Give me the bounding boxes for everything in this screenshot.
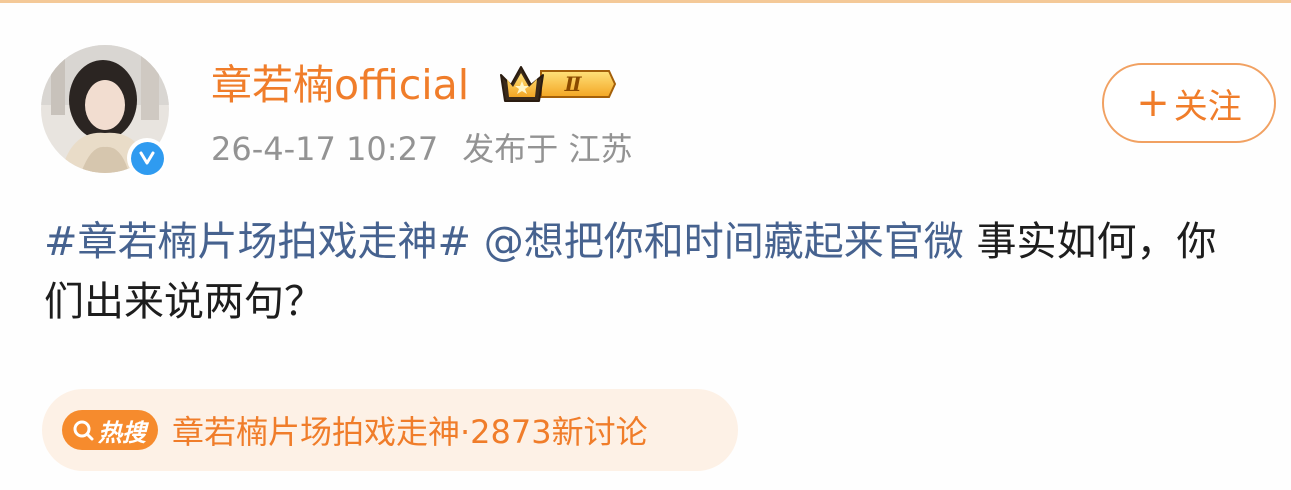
- hot-search-tag-label: 热搜: [98, 418, 146, 447]
- badge-level: Ⅱ: [564, 72, 583, 96]
- hot-search-tag: 热搜: [62, 410, 158, 450]
- mention-link[interactable]: @想把你和时间藏起来官微: [484, 219, 964, 265]
- member-crown-badge[interactable]: Ⅱ: [497, 61, 617, 107]
- post-meta: 26-4-17 10:27 发布于 江苏: [211, 127, 656, 171]
- post-body: #章若楠片场拍戏走神# @想把你和时间藏起来官微 事实如何，你们出来说两句？: [44, 212, 1244, 332]
- hashtag-link[interactable]: #章若楠片场拍戏走神#: [44, 219, 471, 265]
- hot-search-text: 章若楠片场拍戏走神·2873新讨论: [172, 413, 648, 451]
- search-icon: [73, 420, 94, 441]
- follow-label: 关注: [1173, 86, 1242, 127]
- crown-icon: Ⅱ: [500, 66, 617, 102]
- post-location: 发布于 江苏: [462, 130, 633, 168]
- post-card: 章若楠official Ⅱ 26-4-17 10:27 发布于 江苏 + 关注 #…: [0, 0, 1291, 490]
- verified-check-icon: [139, 151, 155, 165]
- hot-search-pill[interactable]: 热搜 章若楠片场拍戏走神·2873新讨论: [42, 389, 738, 471]
- author-name[interactable]: 章若楠official: [211, 59, 469, 111]
- post-timestamp: 26-4-17 10:27: [211, 130, 439, 168]
- verified-badge: [127, 138, 167, 178]
- follow-button[interactable]: + 关注: [1102, 63, 1276, 143]
- plus-icon: +: [1136, 80, 1170, 126]
